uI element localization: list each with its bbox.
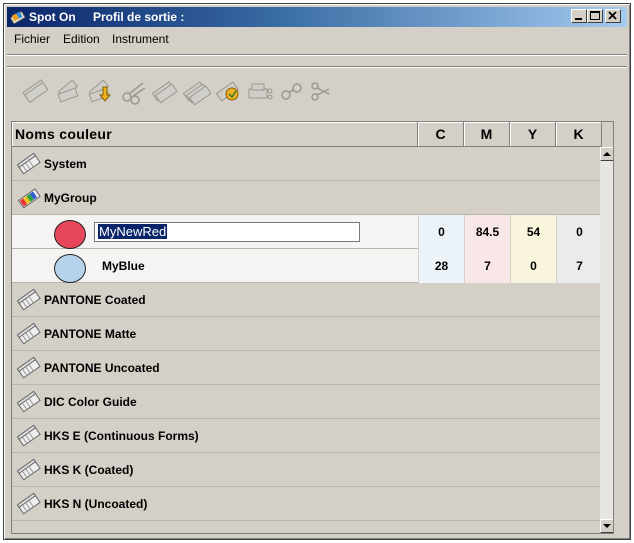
group-row[interactable]: MyGroup	[12, 181, 600, 215]
minimize-button[interactable]	[571, 9, 587, 23]
library-label: DIC Color Guide	[44, 395, 137, 409]
library-label: HKS K (Coated)	[44, 463, 134, 477]
vertical-scrollbar[interactable]	[600, 147, 613, 533]
library-row[interactable]: DIC Color Guide	[12, 385, 600, 419]
spot-on-window: Spot On Profil de sortie : Fichier Editi…	[3, 3, 631, 540]
window-title: Spot On	[29, 10, 76, 24]
library-row[interactable]: PANTONE Matte	[12, 317, 600, 351]
color-library-icon	[16, 322, 41, 346]
color-table: Noms couleur C M Y K System MyGroup MyNewR…	[11, 121, 614, 534]
color-name-label: MyBlue	[102, 259, 145, 273]
column-header-name[interactable]: Noms couleur	[12, 122, 418, 147]
table-header: Noms couleur C M Y K	[12, 122, 613, 147]
new-library-icon[interactable]	[21, 79, 51, 105]
yellow-value[interactable]: 54	[510, 215, 556, 249]
close-icon	[608, 11, 617, 20]
library-row[interactable]: PANTONE Uncoated	[12, 351, 600, 385]
color-library-icon	[16, 458, 41, 482]
import-icon[interactable]	[85, 79, 115, 105]
color-library-icon	[16, 356, 41, 380]
print-icon[interactable]	[245, 79, 275, 105]
column-header-c[interactable]: C	[418, 122, 464, 147]
black-value[interactable]: 0	[556, 215, 602, 249]
library-row[interactable]: HKS N (Uncoated)	[12, 487, 600, 521]
title-bar[interactable]: Spot On Profil de sortie :	[7, 7, 627, 27]
library-label: HKS N (Uncoated)	[44, 497, 148, 511]
library-label: PANTONE Matte	[44, 327, 137, 341]
cyan-value[interactable]: 0	[418, 215, 464, 249]
library-row[interactable]: System	[12, 147, 600, 181]
color-swatch	[54, 254, 86, 283]
minimize-icon	[575, 18, 582, 20]
profile-label: Profil de sortie :	[93, 10, 185, 24]
color-name-input[interactable]: MyNewRed	[94, 222, 360, 242]
magenta-value[interactable]: 84.5	[464, 215, 510, 249]
color-row[interactable]: MyNewRed 0 84.5 54 0	[12, 215, 602, 249]
column-header-m[interactable]: M	[464, 122, 510, 147]
color-row[interactable]: MyBlue 28 7 0 7	[12, 249, 602, 283]
scroll-up-button[interactable]	[600, 147, 613, 161]
magenta-value[interactable]: 7	[464, 249, 510, 283]
color-group-icon	[17, 186, 41, 210]
measure-icon[interactable]	[277, 79, 307, 105]
color-library-icon	[16, 390, 41, 414]
color-library-icon	[16, 424, 41, 448]
color-library-icon	[16, 288, 41, 312]
arrow-up-icon	[603, 152, 611, 156]
toolbar	[7, 69, 627, 115]
maximize-icon	[590, 11, 600, 20]
library-label: HKS E (Continuous Forms)	[44, 429, 199, 443]
menu-bar: Fichier Edition Instrument	[7, 29, 627, 49]
link-icon[interactable]	[307, 79, 337, 105]
color-swatch	[54, 220, 86, 249]
black-value[interactable]: 7	[556, 249, 602, 283]
maximize-button[interactable]	[587, 9, 603, 23]
library-row[interactable]: PANTONE Coated	[12, 283, 600, 317]
toolbar-separator	[7, 66, 627, 68]
arrow-down-icon	[603, 524, 611, 528]
copy-icon[interactable]	[149, 79, 179, 105]
yellow-value[interactable]: 0	[510, 249, 556, 283]
library-row[interactable]: HKS E (Continuous Forms)	[12, 419, 600, 453]
cut-icon[interactable]	[119, 79, 149, 105]
cyan-value[interactable]: 28	[418, 249, 464, 283]
edit-icon[interactable]	[213, 79, 243, 105]
selected-text: MyNewRed	[98, 224, 168, 239]
menu-edition[interactable]: Edition	[63, 32, 100, 46]
library-label: System	[44, 157, 87, 171]
color-library-icon	[16, 492, 41, 516]
library-label: PANTONE Uncoated	[44, 361, 160, 375]
scroll-down-button[interactable]	[600, 519, 613, 533]
group-label: MyGroup	[44, 191, 97, 205]
color-library-icon	[16, 152, 41, 176]
column-header-k[interactable]: K	[556, 122, 602, 147]
library-label: PANTONE Coated	[44, 293, 146, 307]
menu-separator	[7, 54, 627, 56]
menu-fichier[interactable]: Fichier	[14, 32, 50, 46]
close-button[interactable]	[605, 9, 621, 23]
app-icon	[10, 10, 26, 25]
library-row[interactable]: HKS K (Coated)	[12, 453, 600, 487]
new-group-icon[interactable]	[53, 79, 83, 105]
menu-instrument[interactable]: Instrument	[112, 32, 169, 46]
paste-icon[interactable]	[181, 79, 212, 106]
column-header-y[interactable]: Y	[510, 122, 556, 147]
